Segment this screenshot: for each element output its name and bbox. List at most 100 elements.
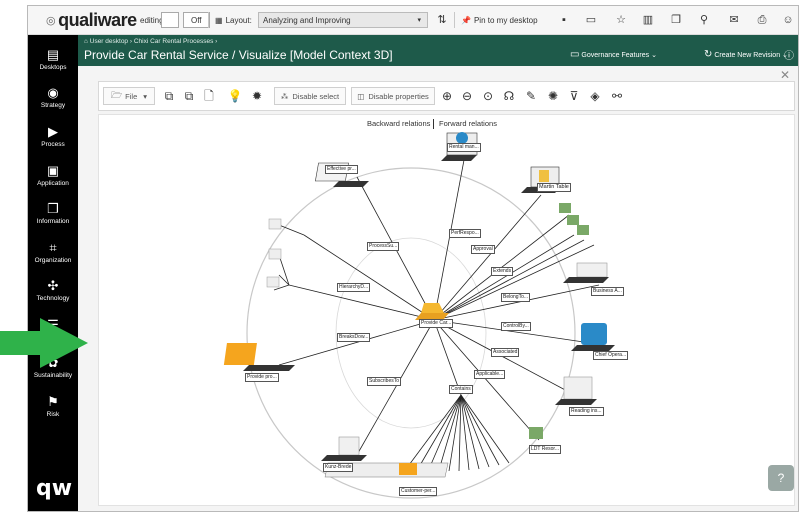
home-icon: ⌂ [84, 38, 88, 45]
layout-select[interactable]: Analyzing and Improving ▾ [258, 12, 428, 28]
sidebar-item-process[interactable]: ▶ Process [28, 124, 78, 148]
arrow-shape [0, 318, 88, 368]
node-martin[interactable]: Martin Table [537, 183, 571, 192]
sidebar-item-application[interactable]: ▣ Application [28, 163, 78, 187]
relation-processu[interactable]: ProcessSu... [367, 242, 400, 251]
green-arrow-annotation [0, 318, 88, 368]
zoom-in-icon[interactable]: ⊕ [439, 87, 455, 105]
visualize-toolbar: 🗁 File ▾ ⧉ ⧉ 🗋 💡 ✹ ⁂ Disable select ◫ Disabl… [98, 81, 795, 111]
lightbulb-icon[interactable]: 💡 [227, 87, 243, 105]
translate-icon[interactable]: ⇅ [434, 12, 450, 28]
panel-icon: ◫ [357, 91, 365, 101]
presentation-icon[interactable]: ▭ [583, 12, 599, 28]
editing-toggle[interactable] [161, 12, 179, 28]
wrench-icon[interactable]: ✎ [523, 87, 539, 105]
app-window: ◎ qualiware editing: Off ▦ Layout: Analyzi… [27, 5, 799, 512]
node-reading[interactable]: Reading ins... [569, 407, 604, 416]
relation-graph [223, 132, 615, 499]
zoom-out-icon[interactable]: ⊖ [459, 87, 475, 105]
relation-contains[interactable]: Contains [449, 385, 473, 394]
node-chief[interactable]: Chief Opera... [593, 351, 629, 360]
target-icon: ◉ [47, 85, 59, 100]
filter-icon[interactable]: ⊽ [566, 87, 582, 105]
info-icon[interactable]: ⓘ [784, 47, 794, 62]
print-icon[interactable]: ⎙ [754, 12, 770, 28]
editing-state[interactable]: Off [183, 12, 210, 28]
close-icon[interactable]: ✕ [780, 68, 790, 82]
link-icon[interactable]: ⚯ [609, 87, 625, 105]
sidebar-item-strategy[interactable]: ◉ Strategy [28, 85, 78, 109]
logo-ring-icon: ◎ [46, 14, 56, 27]
settings-icon[interactable]: ✺ [545, 87, 561, 105]
focus-icon[interactable]: ◈ [587, 87, 603, 105]
help-button[interactable]: ? [768, 465, 794, 491]
governance-features-menu[interactable]: ▭ Governance Features ⌄ [570, 49, 657, 60]
node-ldt[interactable]: LDT Resor... [529, 445, 561, 454]
process-icon: ▶ [48, 124, 58, 139]
file-menu-button[interactable]: 🗁 File ▾ [103, 87, 155, 105]
new-document-icon[interactable]: 🗋 [201, 87, 217, 105]
application-icon: ▣ [46, 163, 60, 178]
relation-applicable[interactable]: Applicable... [474, 370, 506, 379]
node-cust[interactable]: Customer-per... [399, 487, 438, 496]
node-business[interactable]: Business A... [591, 287, 624, 296]
breadcrumb-separator: › [215, 38, 218, 45]
document-icon: ❐ [47, 201, 59, 216]
desktop-icon: ▤ [46, 47, 60, 62]
relation-approval[interactable]: Approval [471, 245, 495, 254]
sidebar-item-information[interactable]: ❐ Information [28, 201, 78, 225]
node-kunz[interactable]: Kunz-Brede [323, 463, 354, 472]
chevron-down-icon: ⌄ [651, 52, 657, 59]
lightbulb-off-icon[interactable]: ✹ [249, 87, 265, 105]
cursor-icon: ⁂ [280, 91, 289, 101]
node-center[interactable]: Provide Car... [419, 319, 454, 328]
layout-tree-icon[interactable]: ☊ [501, 87, 517, 105]
relation-extends[interactable]: Extends [491, 267, 514, 276]
collapse-icon[interactable]: ⧉ [181, 87, 197, 105]
breadcrumb: ⌂ User desktop › Chixi Car Rental Proces… [84, 38, 217, 45]
relation-associated[interactable]: Associated [491, 348, 520, 357]
chat-icon: ▭ [570, 49, 580, 60]
create-revision-button[interactable]: ↻ Create New Revision ⌄ [704, 49, 788, 60]
graph-canvas[interactable]: Backward relations Forward relations Pro… [98, 114, 795, 506]
chip-icon: ✣ [47, 278, 59, 293]
copy-icon[interactable]: ❐ [668, 12, 684, 28]
disable-properties-button[interactable]: ◫ Disable properties [351, 87, 435, 105]
editing-toggle-group[interactable]: Off [161, 6, 210, 34]
pin-to-desktop-button[interactable]: 📌 Pin to my desktop [461, 6, 538, 34]
folder-icon[interactable]: ▪ [556, 12, 572, 28]
main-content: ✕ 🗁 File ▾ ⧉ ⧉ 🗋 💡 ✹ ⁂ Disable select ◫ Disa… [78, 66, 798, 511]
search-icon[interactable]: ⚲ [696, 12, 712, 28]
chevron-down-icon: ▾ [143, 91, 148, 101]
refresh-icon: ↻ [704, 49, 713, 60]
user-icon[interactable]: ☺ [780, 12, 796, 28]
sidebar-item-organization[interactable]: ⌗ Organization [28, 240, 78, 264]
layout-label: ▦ Layout: [215, 15, 252, 25]
breadcrumb-chixi[interactable]: Chixi Car Rental Processes [134, 38, 213, 45]
disable-select-button[interactable]: ⁂ Disable select [274, 87, 346, 105]
relation-belongs[interactable]: BelongTo... [501, 293, 531, 302]
zoom-fit-icon[interactable]: ⊙ [480, 87, 496, 105]
relation-controls[interactable]: ControlBy... [501, 322, 531, 331]
relation-subscribes[interactable]: SubscribesTo [367, 377, 402, 386]
star-icon[interactable]: ☆ [613, 12, 629, 28]
outer-ring [246, 167, 576, 499]
mail-icon[interactable]: ✉ [726, 12, 742, 28]
qw-brand-logo: qw [36, 476, 73, 501]
breadcrumb-user-desktop[interactable]: User desktop [90, 38, 128, 45]
sidebar-item-desktops[interactable]: ▤ Desktops [28, 47, 78, 71]
expand-icon[interactable]: ⧉ [161, 87, 177, 105]
sidebar-item-technology[interactable]: ✣ Technology [28, 278, 78, 302]
relation-breaksdown[interactable]: BreaksDow... [337, 333, 371, 342]
folder-icon: 🗁 [110, 90, 123, 100]
node-effective[interactable]: Effective pr... [325, 165, 358, 174]
sidebar-item-risk[interactable]: ⚑ Risk [28, 394, 78, 418]
pin-icon: 📌 [461, 15, 471, 25]
flag-icon: ⚑ [47, 394, 59, 409]
relation-performs[interactable]: PerfRespo... [449, 229, 481, 238]
qualiware-logo[interactable]: ◎ qualiware [46, 6, 137, 34]
columns-icon[interactable]: ▥ [640, 12, 656, 28]
relation-hierarchy[interactable]: HierarchyD... [337, 283, 371, 292]
node-provide-pro[interactable]: Provide pro... [245, 373, 279, 382]
node-rental[interactable]: Rental man... [447, 143, 481, 152]
